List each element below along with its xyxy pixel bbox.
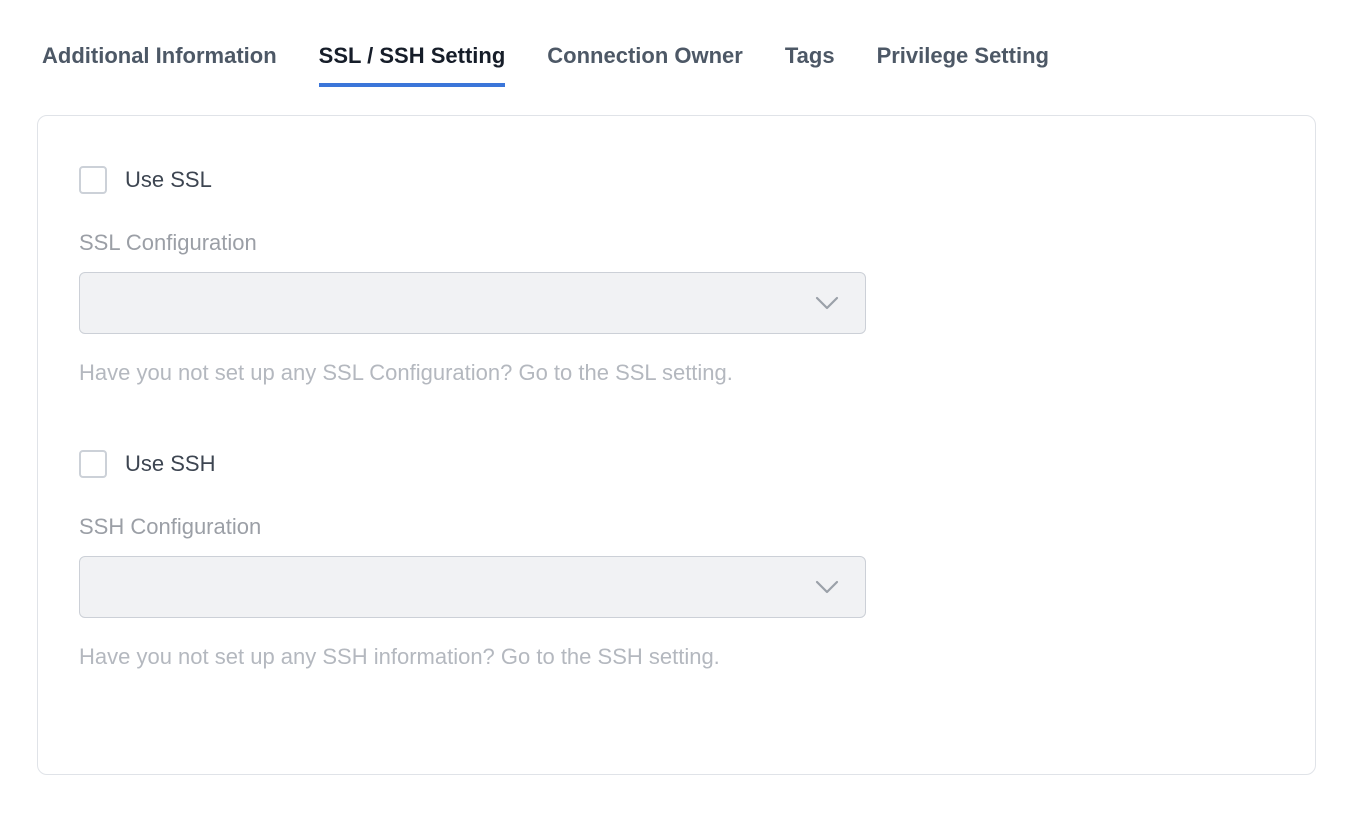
tab-additional-information[interactable]: Additional Information bbox=[42, 42, 277, 87]
tab-ssl-ssh-setting[interactable]: SSL / SSH Setting bbox=[319, 42, 506, 87]
tab-connection-owner[interactable]: Connection Owner bbox=[547, 42, 743, 87]
tab-bar: Additional Information SSL / SSH Setting… bbox=[0, 0, 1364, 87]
ssl-helper-text: Have you not set up any SSL Configuratio… bbox=[79, 353, 819, 393]
ssl-configuration-label: SSL Configuration bbox=[79, 230, 866, 256]
ssl-ssh-settings-card: Use SSL SSL Configuration Have you not s… bbox=[37, 115, 1316, 775]
chevron-down-icon bbox=[815, 296, 839, 310]
use-ssl-checkbox[interactable] bbox=[79, 166, 107, 194]
ssl-configuration-select[interactable] bbox=[79, 272, 866, 334]
ssh-configuration-select[interactable] bbox=[79, 556, 866, 618]
use-ssl-label: Use SSL bbox=[125, 167, 212, 193]
chevron-down-icon bbox=[815, 580, 839, 594]
tab-privilege-setting[interactable]: Privilege Setting bbox=[877, 42, 1049, 87]
tab-tags[interactable]: Tags bbox=[785, 42, 835, 87]
ssh-section: Use SSH SSH Configuration Have you not s… bbox=[79, 450, 866, 677]
ssl-section: Use SSL SSL Configuration Have you not s… bbox=[79, 166, 866, 393]
use-ssl-row: Use SSL bbox=[79, 166, 866, 194]
use-ssh-checkbox[interactable] bbox=[79, 450, 107, 478]
ssh-configuration-label: SSH Configuration bbox=[79, 514, 866, 540]
ssh-helper-text: Have you not set up any SSH information?… bbox=[79, 637, 819, 677]
use-ssh-row: Use SSH bbox=[79, 450, 866, 478]
use-ssh-label: Use SSH bbox=[125, 451, 215, 477]
